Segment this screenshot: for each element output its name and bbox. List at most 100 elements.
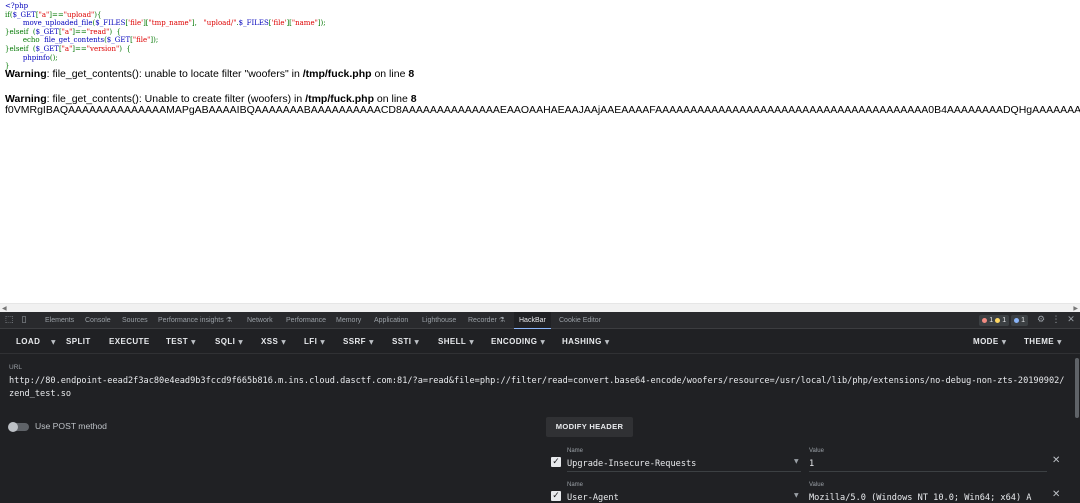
tab-performance-insights[interactable]: Performance insights ⚗ <box>153 312 237 329</box>
chevron-down-icon[interactable]: ▼ <box>794 492 799 499</box>
load-dropdown[interactable]: ▼ <box>48 329 56 354</box>
url-input[interactable]: http://80.endpoint-eead2f3ac80e4ead9b3fc… <box>9 375 1069 401</box>
post-method-toggle[interactable] <box>8 422 29 432</box>
code-token: ( <box>28 27 36 36</box>
code-line: move_uploaded_file($_FILES['file']["tmp_… <box>5 19 326 28</box>
mode-label: MODE <box>973 337 999 346</box>
scrollbar-thumb[interactable] <box>10 306 1070 310</box>
code-token: "file" <box>132 36 151 45</box>
post-method-label: Use POST method <box>35 421 107 431</box>
issue-badges[interactable]: 11 1 <box>979 315 1028 326</box>
tab-network[interactable]: Network <box>242 312 278 329</box>
scroll-left-icon[interactable]: ◀ <box>2 305 7 312</box>
page-content: <?php if($_GET["a"]=="upload"){ move_uplo… <box>0 0 1080 303</box>
code-token: $_GET <box>12 10 36 19</box>
code-token: "a" <box>38 10 50 19</box>
lfi-menu[interactable]: LFI ▼ <box>304 329 325 354</box>
error-count: 1 <box>989 317 994 324</box>
header-enabled-checkbox[interactable]: ✓ <box>551 457 561 467</box>
warning-line: 8 <box>408 68 415 80</box>
ssrf-menu[interactable]: SSRF ▼ <box>343 329 374 354</box>
test-menu[interactable]: TEST ▼ <box>166 329 196 354</box>
encoding-label: ENCODING <box>491 337 538 346</box>
code-token: "tmp_name" <box>148 19 192 28</box>
gear-icon[interactable]: ⚙ <box>1036 315 1046 325</box>
device-toolbar-icon[interactable]: ▯ <box>19 315 29 325</box>
load-button[interactable]: LOAD <box>16 329 40 354</box>
close-icon[interactable]: ✕ <box>1052 489 1060 500</box>
code-token: ]); <box>150 36 159 45</box>
page-horizontal-scrollbar[interactable]: ◀ ▶ <box>0 303 1080 312</box>
theme-menu[interactable]: THEME ▼ <box>1024 329 1062 354</box>
tab-application[interactable]: Application <box>369 312 413 329</box>
code-token: ], <box>191 19 204 28</box>
header-name-input[interactable]: User-Agent <box>567 493 801 503</box>
hashing-menu[interactable]: HASHING ▼ <box>562 329 610 354</box>
code-token: $_GET <box>35 27 59 36</box>
warning-count: 1 <box>1002 317 1007 324</box>
chevron-down-icon: ▼ <box>238 339 244 346</box>
header-value-input[interactable]: Mozilla/5.0 (Windows NT 10.0; Win64; x64… <box>809 493 1047 503</box>
chevron-down-icon: ▼ <box>320 339 326 346</box>
code-token: phpinfo <box>22 53 50 62</box>
code-token: move_uploaded_file <box>22 19 93 28</box>
warning-label: Warning <box>5 68 47 80</box>
scroll-right-icon[interactable]: ▶ <box>1073 305 1078 312</box>
mode-menu[interactable]: MODE ▼ <box>973 329 1007 354</box>
code-token: (); <box>49 53 58 62</box>
tab-performance[interactable]: Performance <box>281 312 331 329</box>
header-name-input[interactable]: Upgrade-Insecure-Requests <box>567 459 801 472</box>
chevron-down-icon: ▼ <box>540 339 546 346</box>
error-badge[interactable]: 11 <box>979 315 1010 326</box>
hackbar-vertical-scrollbar[interactable] <box>1073 354 1080 503</box>
tab-lighthouse[interactable]: Lighthouse <box>417 312 461 329</box>
code-line: }elseif ($_GET["a"]=="version") { <box>5 45 326 54</box>
header-enabled-checkbox[interactable]: ✓ <box>551 491 561 501</box>
ssti-menu[interactable]: SSTI ▼ <box>392 329 419 354</box>
message-icon <box>1014 318 1020 323</box>
tab-sources[interactable]: Sources <box>117 312 153 329</box>
chevron-down-icon: ▼ <box>1057 339 1063 346</box>
header-value-input[interactable]: 1 <box>809 459 1047 472</box>
warning-message-1: Warning: file_get_contents(): unable to … <box>5 68 414 80</box>
encoding-menu[interactable]: ENCODING ▼ <box>491 329 545 354</box>
more-options-icon[interactable]: ⋮ <box>1051 315 1061 325</box>
code-token: ]== <box>72 44 87 53</box>
tab-memory[interactable]: Memory <box>331 312 366 329</box>
tab-elements[interactable]: Elements <box>40 312 79 329</box>
chevron-down-icon: ▼ <box>1001 339 1007 346</box>
tab-hackbar[interactable]: HackBar <box>514 312 551 329</box>
warning-text: : file_get_contents(): unable to locate … <box>46 68 303 80</box>
tab-console[interactable]: Console <box>80 312 116 329</box>
chevron-down-icon: ▼ <box>604 339 610 346</box>
execute-button[interactable]: EXECUTE <box>109 329 150 354</box>
code-token: echo <box>22 36 40 45</box>
code-token: ]== <box>72 27 87 36</box>
close-icon[interactable]: ✕ <box>1052 455 1060 466</box>
code-token: "a" <box>61 27 73 36</box>
split-button[interactable]: SPLIT <box>66 329 91 354</box>
sqli-menu[interactable]: SQLI ▼ <box>215 329 243 354</box>
message-badge[interactable]: 1 <box>1011 315 1028 326</box>
base64-output: f0VMRgIBAQAAAAAAAAAAAAAAMAPgABAAAAIBQAAA… <box>5 104 1080 116</box>
xss-menu[interactable]: XSS ▼ <box>261 329 286 354</box>
close-icon[interactable]: ✕ <box>1066 315 1076 325</box>
chevron-down-icon: ▼ <box>414 339 420 346</box>
code-token: $_GET <box>106 36 131 45</box>
header-name-label: Name <box>567 482 584 488</box>
tab-cookie-editor[interactable]: Cookie Editor <box>554 312 606 329</box>
modify-header-button[interactable]: MODIFY HEADER <box>546 417 633 437</box>
theme-label: THEME <box>1024 337 1054 346</box>
test-label: TEST <box>166 337 189 346</box>
chevron-down-icon[interactable]: ▼ <box>794 458 799 465</box>
code-line: }elseif ($_GET["a"]=="read") { <box>5 28 326 37</box>
warning-path: /tmp/fuck.php <box>302 68 372 80</box>
code-token: $_FILES <box>95 19 126 28</box>
inspect-element-icon[interactable]: ⬚ <box>4 315 14 325</box>
scrollbar-thumb[interactable] <box>1075 358 1079 418</box>
shell-menu[interactable]: SHELL ▼ <box>438 329 474 354</box>
tab-recorder[interactable]: Recorder ⚗ <box>463 312 510 329</box>
ssti-label: SSTI <box>392 337 412 346</box>
code-token: ) { <box>109 27 121 36</box>
